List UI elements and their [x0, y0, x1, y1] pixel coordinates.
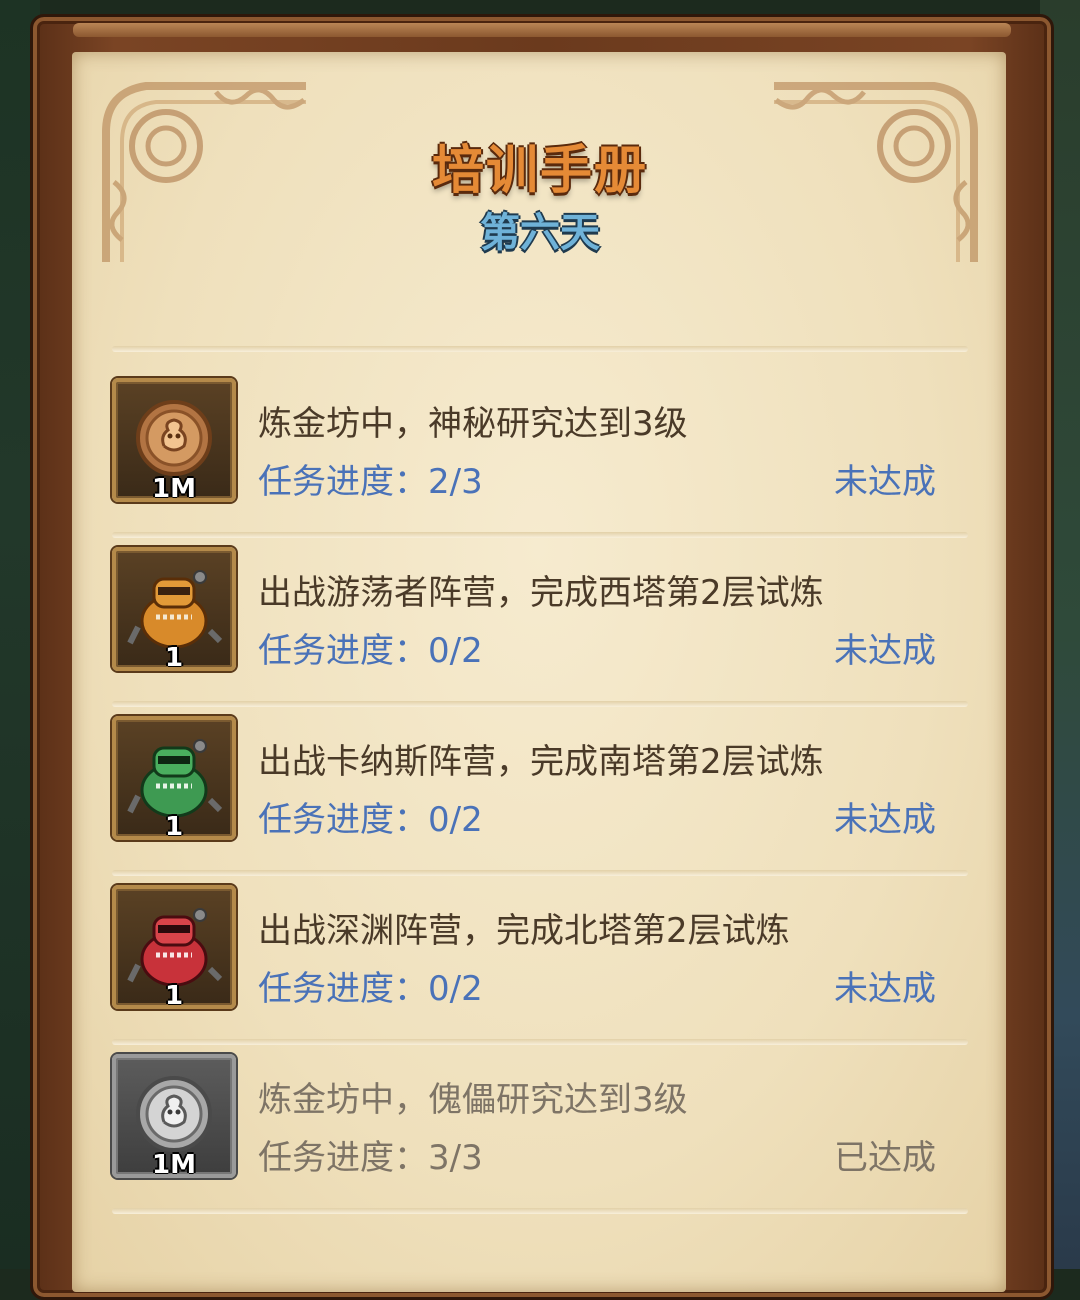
page-title: 培训手册: [431, 141, 648, 201]
task-row: 1M 炼金坊中，傀儡研究达到3级 任务进度：3/3 已达成: [112, 1036, 968, 1214]
progress-value: 0/2: [428, 631, 483, 671]
task-progress: 任务进度：0/2: [258, 792, 483, 841]
task-description: 炼金坊中，神秘研究达到3级: [258, 404, 688, 444]
task-status: 未达成: [834, 969, 936, 1009]
progress-value: 0/2: [428, 969, 483, 1009]
reward-quantity: 1: [164, 812, 184, 840]
progress-label: 任务进度：: [258, 462, 428, 502]
reward-slot[interactable]: 1M: [112, 378, 236, 502]
reward-quantity: 1M: [152, 474, 196, 502]
reward-slot[interactable]: 1: [112, 716, 236, 840]
progress-label: 任务进度：: [258, 800, 428, 840]
task-status: 已达成: [834, 1138, 936, 1178]
task-description: 出战游荡者阵营，完成西塔第2层试炼: [258, 573, 824, 613]
task-status: 未达成: [834, 631, 936, 671]
progress-value: 3/3: [428, 1138, 483, 1178]
reward-quantity: 1: [164, 981, 184, 1009]
task-row: 1 出战卡纳斯阵营，完成南塔第2层试炼 任务进度：0/2 未达成: [112, 698, 968, 876]
task-description: 炼金坊中，傀儡研究达到3级: [258, 1080, 688, 1120]
task-progress: 任务进度：0/2: [258, 623, 483, 672]
reward-quantity: 1: [164, 643, 184, 671]
task-progress: 任务进度：2/3: [258, 454, 483, 503]
progress-label: 任务进度：: [258, 1138, 428, 1178]
divider: [112, 346, 968, 352]
reward-slot[interactable]: 1: [112, 885, 236, 1009]
task-description: 出战卡纳斯阵营，完成南塔第2层试炼: [258, 742, 824, 782]
page-subtitle: 第六天: [480, 210, 600, 256]
task-row: 1 出战深渊阵营，完成北塔第2层试炼 任务进度：0/2 未达成: [112, 867, 968, 1045]
progress-value: 2/3: [428, 462, 483, 502]
task-status: 未达成: [834, 800, 936, 840]
frame-top-band: [73, 23, 1011, 37]
reward-quantity: 1M: [152, 1150, 196, 1178]
divider: [112, 1208, 968, 1214]
reward-slot[interactable]: 1: [112, 547, 236, 671]
progress-label: 任务进度：: [258, 969, 428, 1009]
task-status: 未达成: [834, 462, 936, 502]
progress-label: 任务进度：: [258, 631, 428, 671]
task-progress: 任务进度：3/3: [258, 1130, 483, 1179]
reward-slot[interactable]: 1M: [112, 1054, 236, 1178]
progress-value: 0/2: [428, 800, 483, 840]
task-row: 1 出战游荡者阵营，完成西塔第2层试炼 任务进度：0/2 未达成: [112, 529, 968, 707]
task-row: 1M 炼金坊中，神秘研究达到3级 任务进度：2/3 未达成: [112, 360, 968, 538]
task-progress: 任务进度：0/2: [258, 961, 483, 1010]
task-description: 出战深渊阵营，完成北塔第2层试炼: [258, 911, 790, 951]
